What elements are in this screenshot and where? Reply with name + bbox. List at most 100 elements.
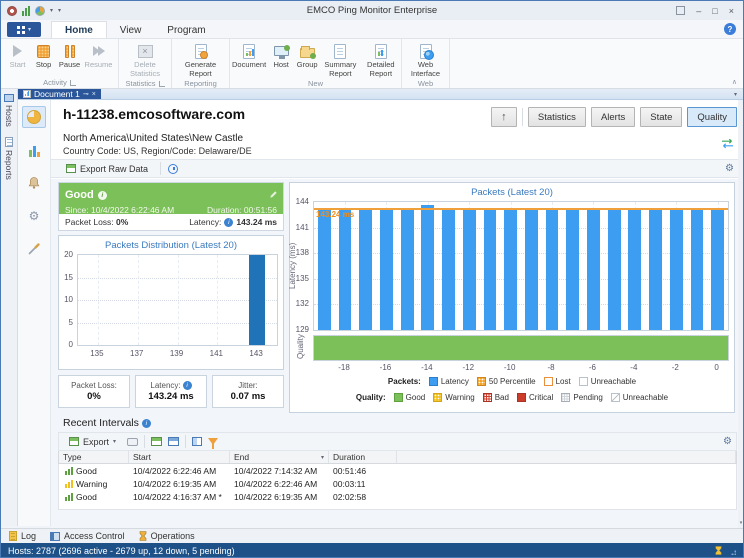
legend-item[interactable]: Unreachable [611,393,668,402]
host-location: North America\United States\New Castle [63,133,243,144]
table-row[interactable]: Warning10/4/2022 6:19:35 AM10/4/2022 6:2… [59,477,736,490]
tab-log[interactable]: Log [9,531,36,541]
gear-icon[interactable]: ⚙ [723,437,732,447]
rail-alerts-view[interactable] [22,172,46,194]
quality-strip[interactable] [313,335,729,361]
dialog-launcher-icon[interactable] [159,81,165,87]
tab-access-control[interactable]: Access Control [50,531,125,541]
y-axis-tick: 10 [64,295,73,304]
legend-item[interactable]: 50 Percentile [477,377,536,386]
scroll-down-icon[interactable]: ▾ [740,520,743,526]
column-chooser-icon[interactable] [192,437,202,446]
chart-shortcut-icon[interactable] [22,6,30,16]
table-view-icon[interactable] [151,437,162,446]
comment-bubble-icon[interactable] [127,438,138,446]
rail-settings-view[interactable]: ⚙ [22,205,46,227]
generate-report-icon [190,42,212,60]
table-row[interactable]: Good10/4/2022 6:22:46 AM10/4/2022 7:14:3… [59,464,736,477]
dialog-launcher-icon[interactable] [70,80,76,86]
vertical-scrollbar[interactable]: ▾ [738,100,744,528]
theme-icon[interactable] [35,6,45,16]
scroll-top-button[interactable]: ↑ [491,107,517,127]
y-axis: 129132135138141144 [296,201,311,331]
info-icon[interactable]: i [183,381,192,390]
window-style-icon[interactable] [676,6,685,15]
app-icon[interactable] [7,6,17,16]
state-view-button[interactable]: State [640,107,682,127]
close-button[interactable]: × [729,6,734,16]
resize-grip[interactable] [728,547,736,555]
rail-tools-view[interactable] [22,238,46,260]
interval-start-cell: 10/4/2022 6:19:35 AM [129,477,230,490]
minimize-button[interactable]: – [696,6,701,16]
generate-report-button[interactable]: Generate Report [176,41,226,79]
column-type[interactable]: Type [59,451,129,463]
quality-view-button[interactable]: Quality [687,107,737,127]
summary-report-button[interactable]: Summary Report [320,41,360,79]
tab-document-1[interactable]: Document 1 ⊸ × [18,89,101,99]
file-menu-button[interactable]: ▾ [7,22,41,37]
tab-program[interactable]: Program [154,22,218,38]
help-icon[interactable]: ? [724,23,736,35]
statistics-view-button[interactable]: Statistics [528,107,586,127]
legend-item[interactable]: Bad [483,393,509,402]
info-icon[interactable]: i [224,218,233,227]
stop-button[interactable]: Stop [31,41,57,77]
y-axis-tick: 132 [296,299,309,308]
resume-button[interactable]: Resume [83,41,115,77]
stat-boxes: Packet Loss: 0% Latency:i 143.24 ms Jitt… [58,375,284,408]
new-group-button[interactable]: Group [294,41,320,79]
column-end[interactable]: End▾ [230,451,329,463]
ribbon-collapse-icon[interactable]: ∧ [732,78,737,86]
chart-plot[interactable]: 143.24 ms [313,201,729,331]
start-button[interactable]: Start [5,41,31,77]
chart-bar [463,209,476,330]
pause-button[interactable]: Pause [57,41,83,77]
detail-view-icon[interactable] [168,437,179,446]
sidebar-tab-hosts[interactable]: Hosts [4,94,14,127]
maximize-button[interactable]: □ [712,6,717,16]
gridline [138,255,139,345]
history-clock-icon[interactable] [168,164,178,174]
tab-list-caret-icon[interactable]: ▾ [734,91,737,98]
legend-item[interactable]: Lost [544,377,571,386]
new-host-button[interactable]: Host [268,41,294,79]
detailed-report-button[interactable]: Detailed Report [361,41,401,79]
legend-item[interactable]: Good [394,393,426,402]
info-icon[interactable]: i [142,419,151,428]
rail-quality-view[interactable] [22,106,46,128]
edit-pencil-icon[interactable] [269,186,278,204]
legend-item[interactable]: Pending [561,393,602,402]
legend-item[interactable]: Critical [517,393,553,402]
sidebar-tab-reports[interactable]: Reports [4,137,14,180]
close-tab-icon[interactable]: × [92,91,96,98]
compare-arrows-icon[interactable] [721,136,734,154]
stop-icon [33,42,55,60]
chart-plot[interactable] [77,254,278,346]
theme-caret-icon[interactable]: ▾ [50,7,53,14]
gear-icon[interactable]: ⚙ [725,164,734,174]
tab-operations[interactable]: Operations [139,531,195,541]
column-start[interactable]: Start [129,451,230,463]
info-icon[interactable]: i [98,191,107,200]
legend-item[interactable]: Unreachable [579,377,636,386]
export-raw-data-button[interactable]: Export Raw Data [61,162,153,176]
table-row[interactable]: Good10/4/2022 4:16:37 AM *10/4/2022 6:19… [59,490,736,503]
tab-home[interactable]: Home [51,21,107,38]
legend-label: Latency [441,377,469,386]
tab-view[interactable]: View [107,22,155,38]
web-interface-button[interactable]: Web Interface [402,41,449,79]
rail-statistics-view[interactable] [22,139,46,161]
new-document-button[interactable]: Document [230,41,268,79]
export-button[interactable]: Export ▾ [64,435,121,449]
critical-swatch [517,393,526,402]
legend-item[interactable]: Warning [433,393,475,402]
qat-customize-icon[interactable]: ▾ [58,7,61,14]
alerts-view-button[interactable]: Alerts [591,107,635,127]
column-duration[interactable]: Duration [329,451,397,463]
interval-duration-cell: 00:03:11 [329,477,397,490]
legend-item[interactable]: Latency [429,377,469,386]
delete-statistics-button[interactable]: × Delete Statistics [120,41,170,79]
pin-icon[interactable]: ⊸ [83,90,89,98]
filter-funnel-icon[interactable] [208,438,218,445]
